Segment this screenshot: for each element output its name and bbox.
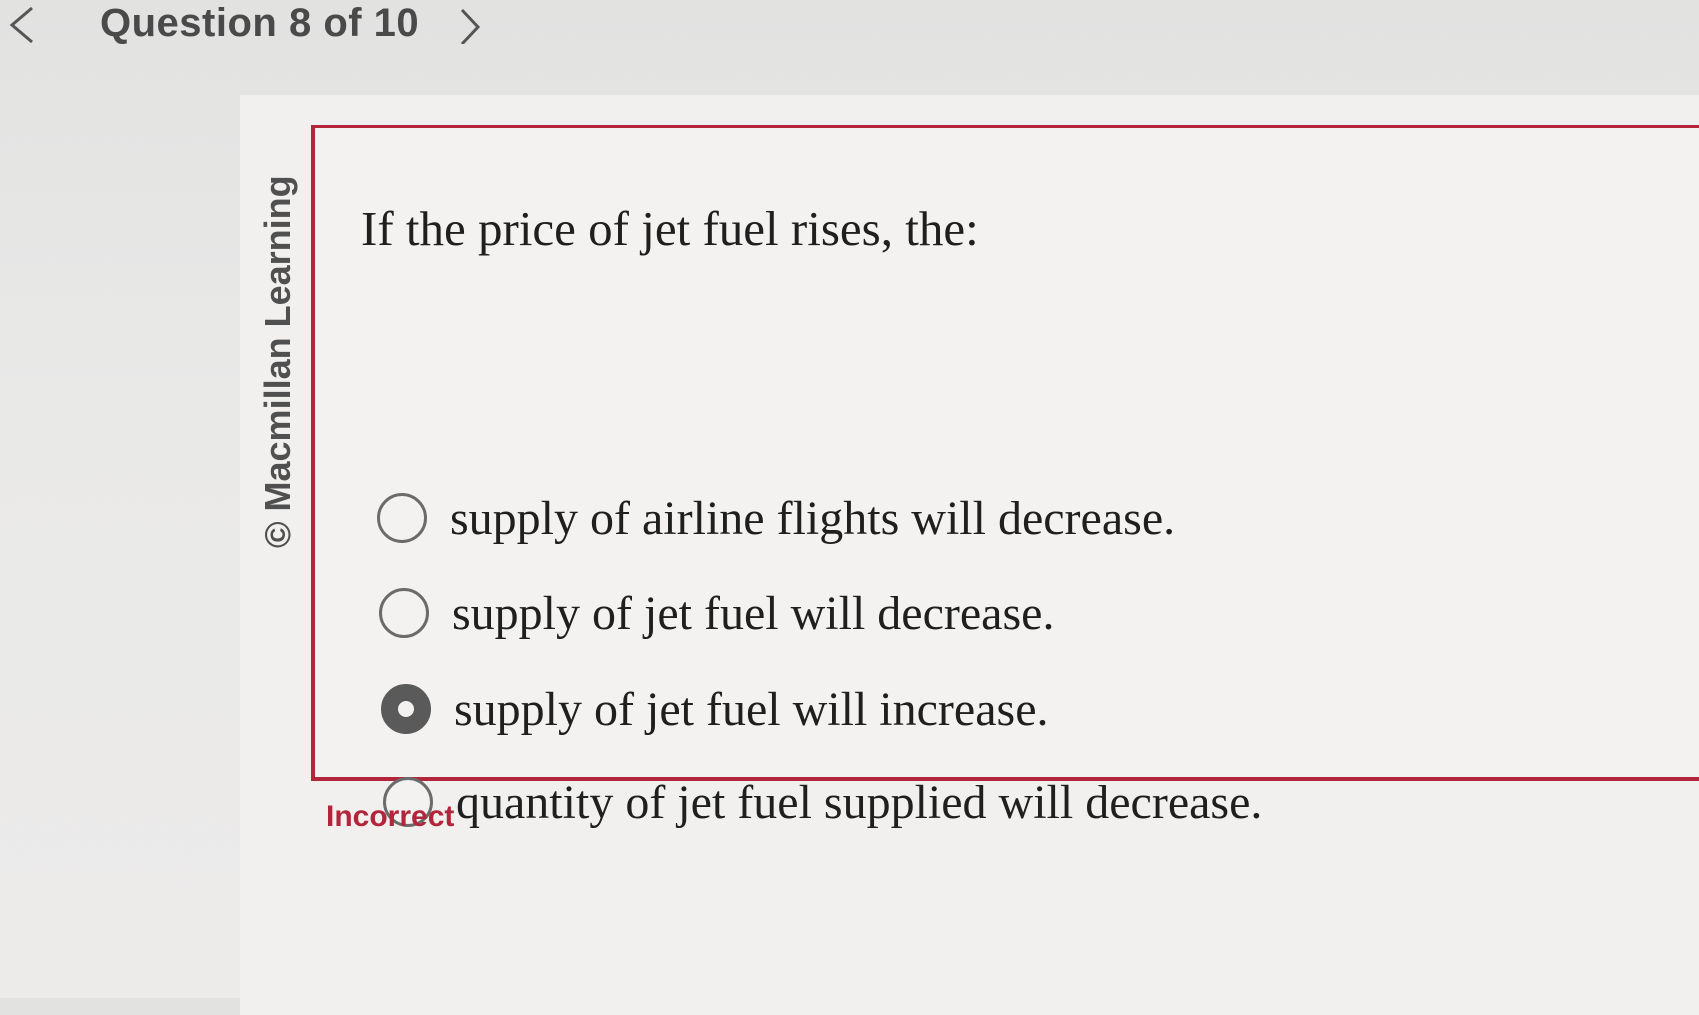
next-question-button[interactable] (450, 4, 490, 44)
feedback-status: Incorrect (326, 800, 455, 833)
previous-question-button[interactable] (2, 4, 42, 44)
question-navigation: Question 8 of 10 (0, 0, 1699, 60)
radio-button-1[interactable] (377, 493, 427, 543)
question-counter: Question 8 of 10 (100, 1, 420, 45)
answer-option-label: quantity of jet fuel supplied will decre… (456, 775, 1263, 829)
answer-option-label: supply of jet fuel will decrease. (452, 586, 1055, 640)
radio-button-2[interactable] (379, 588, 429, 638)
answer-option-2[interactable]: supply of jet fuel will decrease. (379, 583, 1054, 643)
answer-option-label: supply of jet fuel will increase. (454, 682, 1049, 736)
question-box: If the price of jet fuel rises, the: sup… (311, 125, 1699, 829)
answer-option-3[interactable]: supply of jet fuel will increase. (381, 679, 1049, 739)
answer-option-1[interactable]: supply of airline flights will decrease. (377, 488, 1175, 548)
question-text: If the price of jet fuel rises, the: (361, 201, 979, 256)
radio-button-3-selected[interactable] (381, 684, 431, 734)
answer-option-4[interactable]: quantity of jet fuel supplied will decre… (383, 772, 1262, 832)
chevron-right-icon (460, 8, 481, 44)
chevron-left-icon (9, 6, 33, 44)
answer-option-label: supply of airline flights will decrease. (450, 491, 1176, 545)
copyright-notice: © Macmillan Learning (257, 175, 298, 548)
